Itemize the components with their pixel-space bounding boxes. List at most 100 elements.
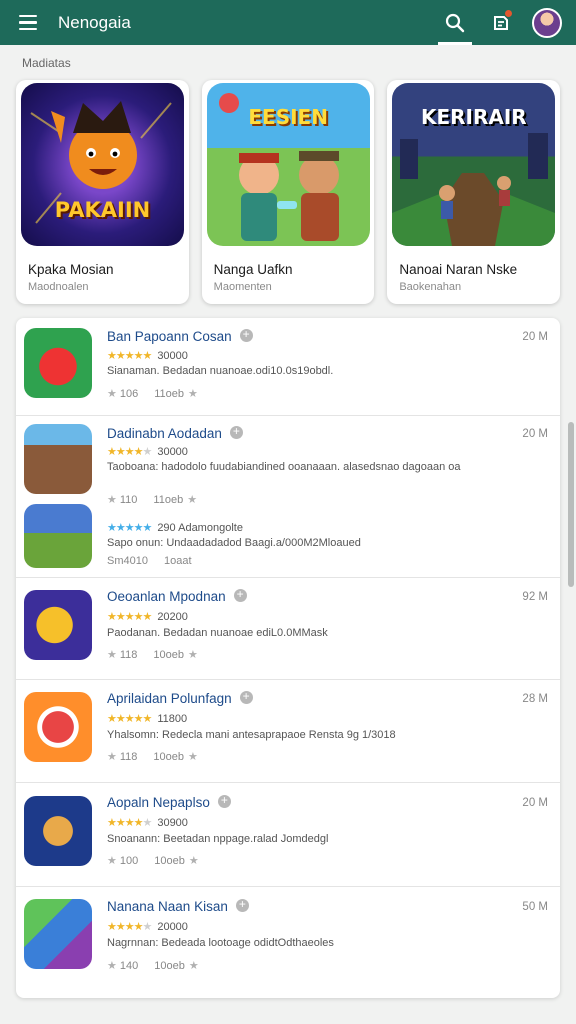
star-icon: ★★★★ <box>107 446 143 458</box>
featured-card[interactable]: KERIRAIR Nanoai Naran Nske Baokenahan <box>387 80 561 304</box>
featured-card[interactable]: PAKAIIN Kpaka Mosian Maodnoalen <box>16 80 189 304</box>
verified-icon <box>239 689 253 704</box>
featured-card[interactable]: EESIEN Nanga Uafkn Maomenten <box>201 80 375 304</box>
app-title-text: Aprilaidan Polunfagn <box>107 691 232 706</box>
app-size: 20 M <box>522 428 548 440</box>
app-size: 50 M <box>522 901 548 913</box>
featured-card-subtitle: Maomenten <box>213 281 272 293</box>
meta-value: 10oeb <box>154 855 185 867</box>
star-icon: ★★★★★ <box>107 611 152 623</box>
rating-count: 290 Adamongolte <box>157 522 243 534</box>
app-size: 20 M <box>522 331 548 343</box>
app-title: Dadinabn Aodadan <box>107 424 243 441</box>
star-outline-icon: ★ <box>107 960 117 972</box>
app-meta: ★ 118 10oeb ★ <box>107 750 201 763</box>
featured-card-subtitle: Maodnoalen <box>28 281 89 293</box>
star-outline-icon: ★ <box>107 751 117 763</box>
star-icon: ★★★★★ <box>107 522 152 534</box>
meta-value: 10oeb <box>153 649 185 661</box>
search-button[interactable] <box>432 0 478 45</box>
verified-icon <box>217 793 231 808</box>
app-icon <box>24 796 92 866</box>
meta-value: 106 <box>119 388 139 400</box>
app-icon <box>24 899 92 969</box>
app-meta: ★ 106 11oeb ★ <box>107 387 201 400</box>
app-title: Aprilaidan Polunfagn <box>107 689 253 706</box>
app-title: Ban Papoann Cosan <box>107 327 253 344</box>
app-description: Snoanann: Beetadan nppage.ralad Jomdedgl <box>107 833 329 845</box>
app-title-text: Dadinabn Aodadan <box>107 426 222 441</box>
app-meta: ★ 118 10oeb ★ <box>107 648 201 661</box>
app-description: Yhalsomn: Redecla mani antesaprapaoe Ren… <box>107 729 396 741</box>
app-title: Nenogaia <box>58 12 131 32</box>
app-meta: Sm4010 1oaat <box>107 555 192 567</box>
user-avatar[interactable] <box>532 7 562 38</box>
star-icon: ★★★★★ <box>107 350 152 362</box>
app-icon <box>24 504 92 568</box>
list-item[interactable]: Oeoanlan Mpodnan 92 M ★★★★★ 20200 Paodana… <box>16 578 560 680</box>
rating-count: 30900 <box>157 817 188 829</box>
star-outline-icon: ★ <box>188 855 199 867</box>
star-icon: ★★★★ <box>107 921 143 933</box>
verified-icon <box>239 327 253 342</box>
app-size: 92 M <box>522 591 548 603</box>
meta-value: 11oeb <box>153 494 184 506</box>
star-empty-icon: ★ <box>142 921 152 933</box>
star-empty-icon: ★ <box>142 446 152 458</box>
menu-icon-line <box>19 21 37 24</box>
notification-badge <box>504 9 513 18</box>
app-title-text: Ban Papoann Cosan <box>107 329 232 344</box>
meta-value: 10oeb <box>154 960 185 972</box>
rating: ★★★★★ 20000 <box>107 920 188 933</box>
list-item[interactable]: Nanana Naan Kisan 50 M ★★★★★20000 Nagrnn… <box>16 887 560 997</box>
meta-value: 10oeb <box>153 751 185 763</box>
meta-value: 110 <box>119 494 138 506</box>
menu-icon-line <box>19 27 37 31</box>
notifications-button[interactable] <box>478 0 524 45</box>
star-icon: ★★★★ <box>107 817 143 829</box>
rating-count: 20000 <box>157 921 188 933</box>
star-outline-icon: ★ <box>188 751 198 763</box>
star-outline-icon: ★ <box>188 649 198 661</box>
meta-value: 100 <box>119 855 139 867</box>
star-outline-icon: ★ <box>188 960 199 972</box>
star-outline-icon: ★ <box>188 388 198 400</box>
verified-icon <box>233 587 247 602</box>
featured-card-title: Nanoai Naran Nske <box>399 262 518 277</box>
app-size: 28 M <box>522 693 548 705</box>
list-item[interactable]: Dadinabn Aodadan 20 M ★★★★★30000 Taoboan… <box>16 416 560 578</box>
featured-card-subtitle: Baokenahan <box>399 281 462 293</box>
rating-count: 30000 <box>157 446 188 458</box>
app-title: Nanana Naan Kisan <box>107 897 249 914</box>
rating: ★★★★★ 30000 <box>107 445 188 458</box>
menu-button[interactable] <box>8 0 48 45</box>
star-outline-icon: ★ <box>107 388 117 400</box>
list-item[interactable]: Ban Papoann Cosan 20 M ★★★★★ 30000 Sianam… <box>16 318 560 416</box>
verified-icon <box>235 897 249 912</box>
rating: ★★★★★ 20200 <box>107 610 188 623</box>
verified-icon <box>229 424 243 439</box>
app-title-text: Aopaln Nepaplso <box>107 795 210 810</box>
meta-value: 1oaat <box>163 555 192 567</box>
rating: ★★★★★ 290 Adamongolte <box>107 521 243 534</box>
featured-art-title: KERIRAIR <box>420 105 527 129</box>
featured-art-title: EESIEN <box>248 105 328 129</box>
rating-count: 20200 <box>157 611 188 623</box>
rating-count: 30000 <box>157 350 188 362</box>
app-title: Aopaln Nepaplso <box>107 793 231 810</box>
list-item[interactable]: Aopaln Nepaplso 20 M ★★★★★30900 Snoanann… <box>16 783 560 887</box>
scrollbar-thumb[interactable] <box>568 422 574 587</box>
meta-value: 118 <box>119 649 138 661</box>
app-icon <box>24 590 92 660</box>
featured-card-title: Kpaka Mosian <box>28 262 114 277</box>
featured-game-art: PAKAIIN <box>21 83 184 246</box>
app-icon <box>24 424 92 494</box>
rating: ★★★★★ 30900 <box>107 816 188 829</box>
meta-value: 140 <box>119 960 139 972</box>
list-item[interactable]: Aprilaidan Polunfagn 28 M ★★★★★ 11800 Yha… <box>16 680 560 783</box>
app-description: Sapo onun: Undaadadadod Baagi.a/000M2Mlo… <box>107 537 361 549</box>
app-title: Oeoanlan Mpodnan <box>107 587 247 604</box>
app-description: Paodanan. Bedadan nuanoae ediL0.0MMask <box>107 627 328 639</box>
search-icon <box>445 13 465 32</box>
app-icon <box>24 328 92 398</box>
